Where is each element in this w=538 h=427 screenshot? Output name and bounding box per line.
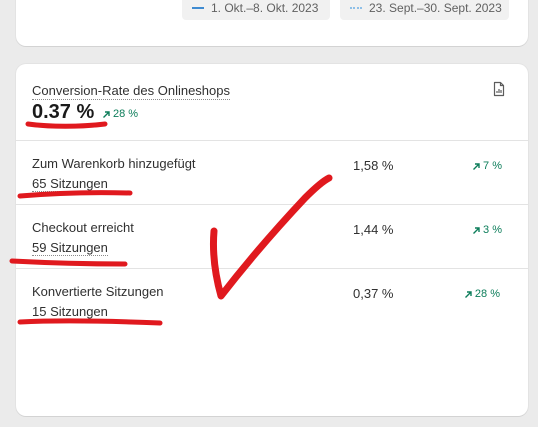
row-label: Zum Warenkorb hinzugefügt	[32, 156, 196, 171]
arrow-up-right-icon	[473, 162, 480, 170]
dotted-line-icon	[350, 7, 362, 9]
row-sessions[interactable]: 15 Sitzungen	[32, 304, 108, 320]
row-change-value: 28 %	[474, 288, 500, 300]
row-change-value: 3 %	[483, 224, 502, 236]
row-change-badge: 7 %	[472, 160, 502, 172]
legend-current-period[interactable]: 1. Okt.–8. Okt. 2023	[182, 0, 330, 20]
arrow-up-right-icon	[473, 226, 480, 234]
row-rate: 1,44 %	[353, 222, 394, 237]
metric-value: 0.37 %	[32, 101, 95, 123]
arrow-up-right-icon	[103, 110, 110, 118]
row-change-value: 7 %	[483, 160, 502, 172]
row-sessions[interactable]: 65 Sitzungen	[32, 176, 108, 192]
row-label: Checkout erreicht	[32, 220, 134, 235]
arrow-up-right-icon	[464, 290, 472, 298]
funnel-row-converted-sessions: Konvertierte Sitzungen 15 Sitzungen 0,37…	[16, 268, 528, 332]
metric-change-badge: 28 %	[102, 108, 138, 120]
row-change-badge: 3 %	[472, 224, 502, 236]
conversion-rate-card: Conversion-Rate des Onlineshops 0.37 % 2…	[16, 64, 528, 416]
solid-line-icon	[192, 7, 204, 9]
chart-legend-card: 1. Okt.–8. Okt. 2023 23. Sept.–30. Sept.…	[16, 0, 528, 46]
funnel-row-add-to-cart: Zum Warenkorb hinzugefügt 65 Sitzungen 1…	[16, 140, 528, 204]
legend-current-label: 1. Okt.–8. Okt. 2023	[211, 1, 319, 15]
row-change-badge: 28 %	[464, 288, 500, 300]
metric-change-value: 28 %	[113, 108, 139, 120]
report-icon[interactable]	[492, 81, 506, 97]
legend-previous-label: 23. Sept.–30. Sept. 2023	[369, 1, 502, 15]
funnel-row-checkout-reached: Checkout erreicht 59 Sitzungen 1,44 % 3 …	[16, 204, 528, 268]
row-rate: 0,37 %	[353, 286, 394, 301]
row-label: Konvertierte Sitzungen	[32, 284, 164, 299]
row-sessions[interactable]: 59 Sitzungen	[32, 240, 108, 256]
legend-previous-period[interactable]: 23. Sept.–30. Sept. 2023	[340, 0, 509, 20]
row-rate: 1,58 %	[353, 158, 394, 173]
metric-title[interactable]: Conversion-Rate des Onlineshops	[32, 83, 230, 100]
